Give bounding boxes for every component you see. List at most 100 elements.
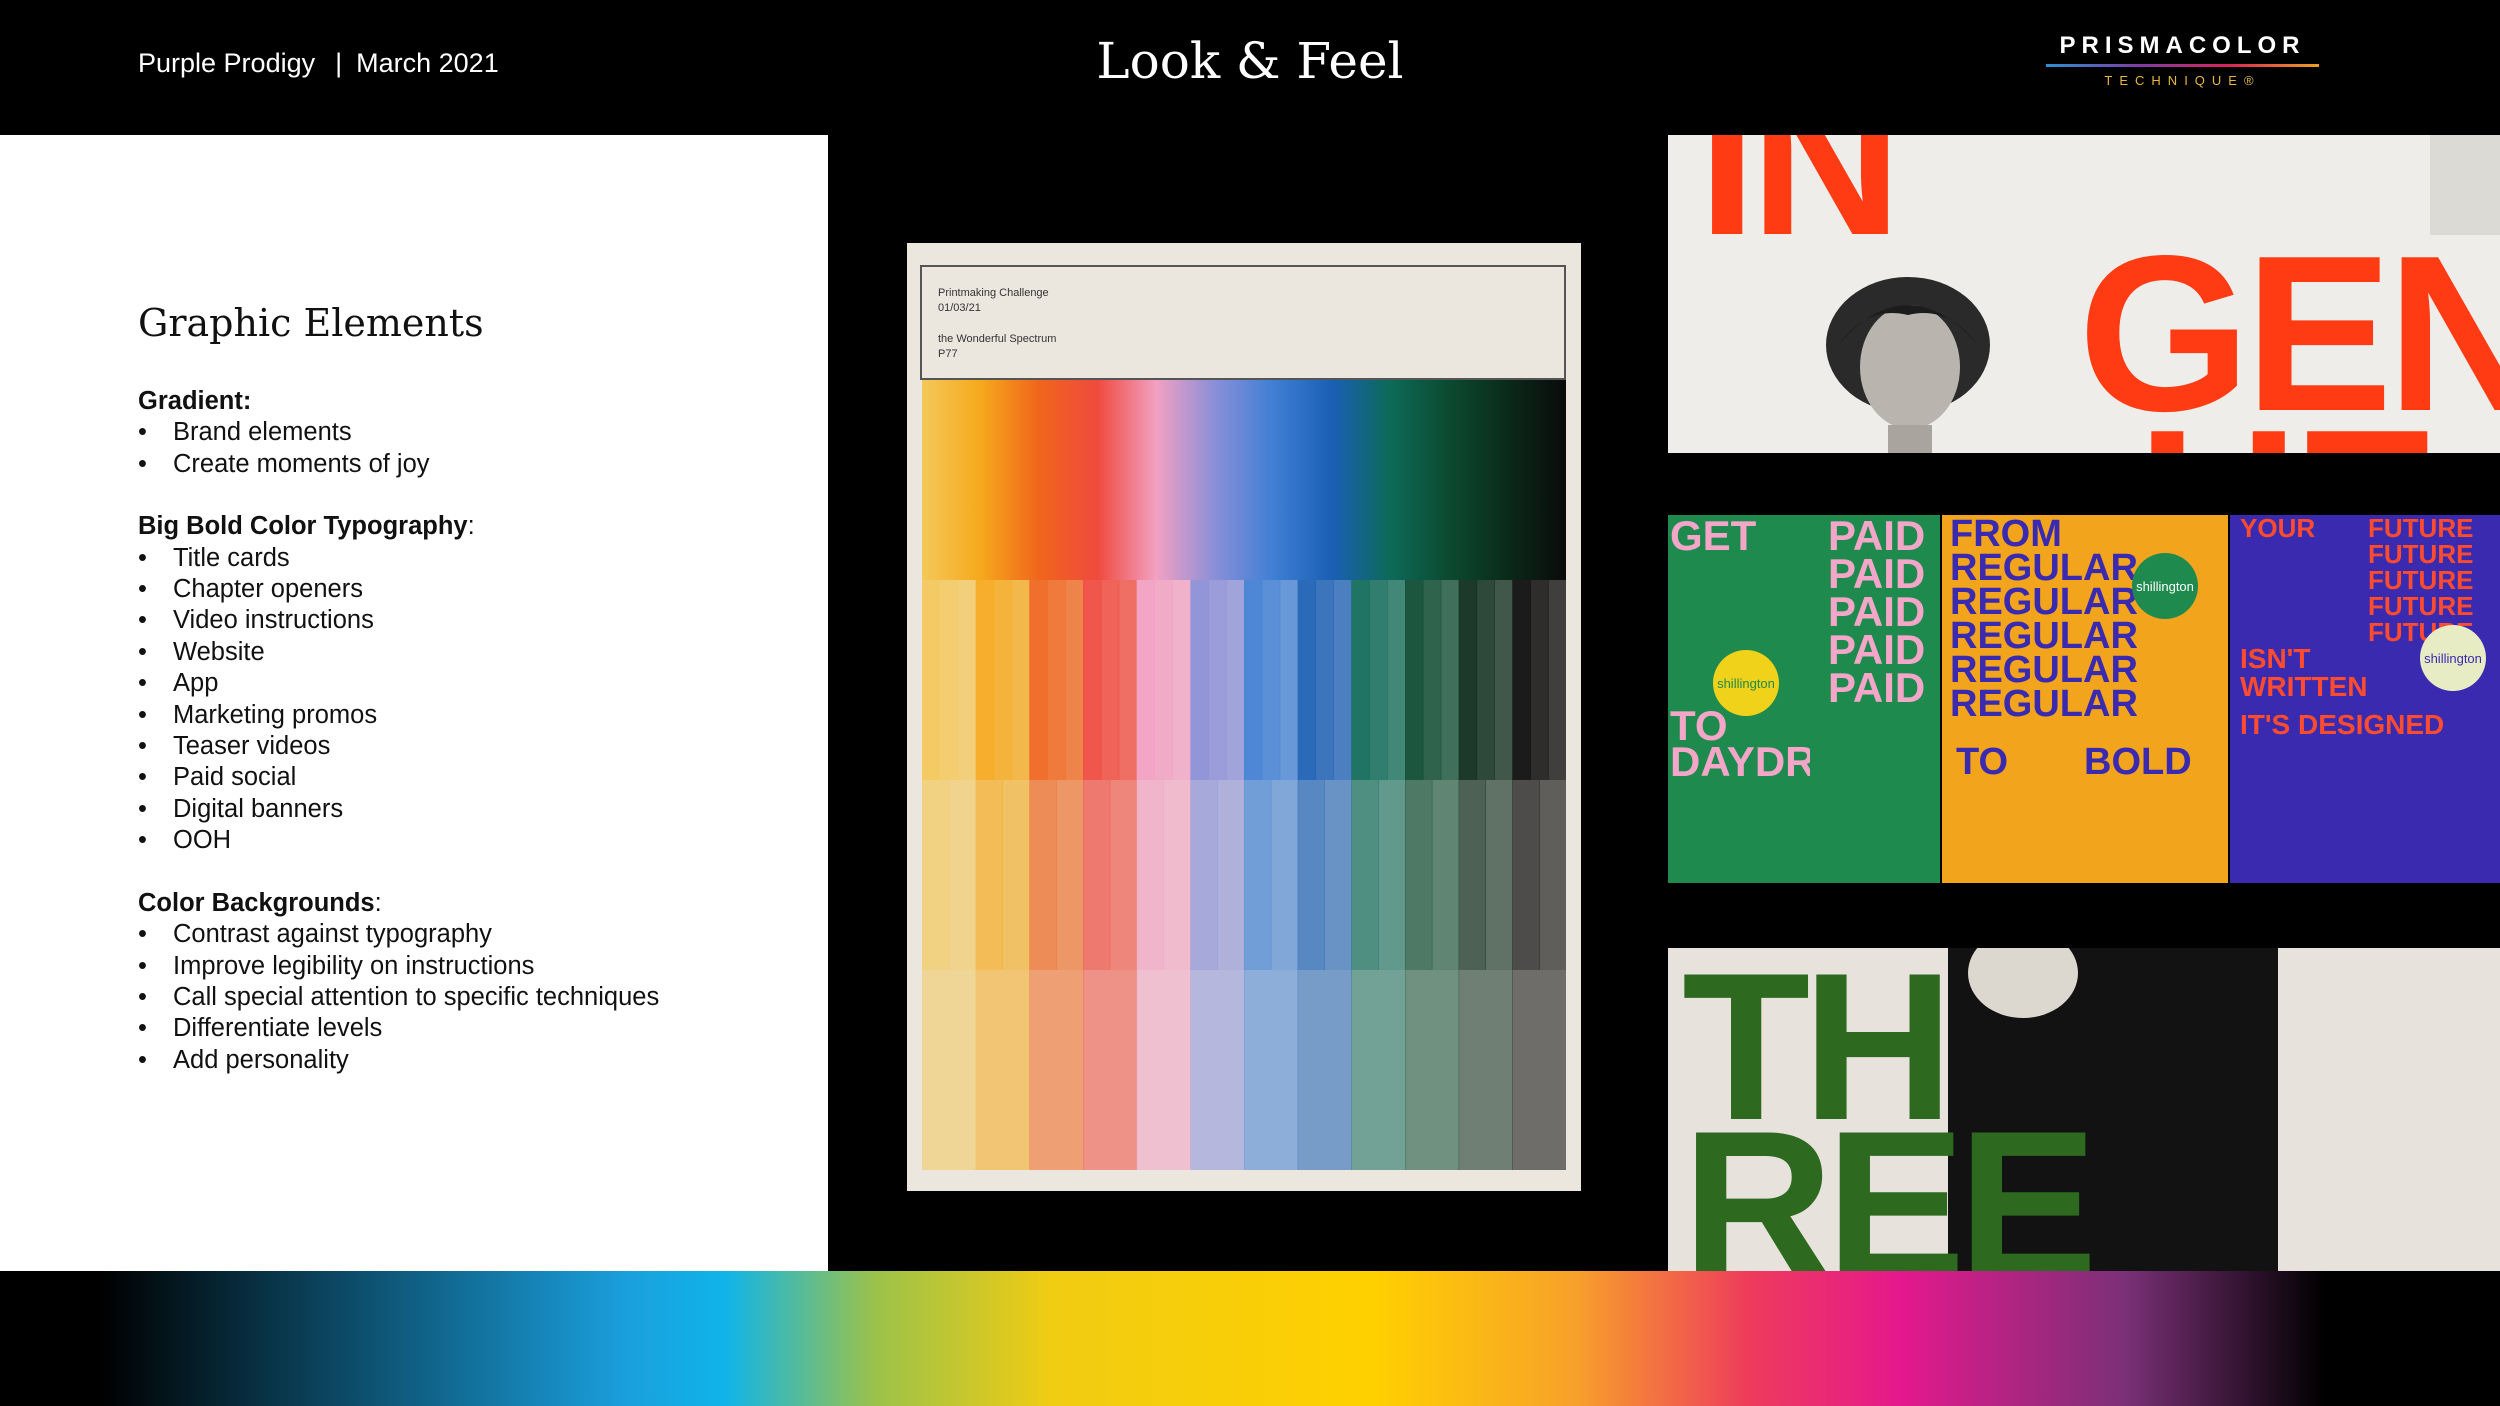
spectrum-swatch — [1190, 580, 1209, 780]
spectrum-swatch — [1270, 780, 1299, 970]
group-heading: Gradient: — [138, 387, 252, 415]
logo-subtitle: TECHNIQUE® — [2104, 73, 2261, 88]
spectrum-swatch — [1226, 580, 1245, 780]
spectrum-swatch — [1485, 780, 1513, 970]
spectrum-swatch — [1548, 580, 1566, 780]
spectrum-swatch — [1217, 780, 1245, 970]
spectrum-swatch — [939, 580, 959, 780]
spectrum-swatch — [1405, 580, 1424, 780]
spectrum-swatch — [1369, 580, 1388, 780]
spectrum-swatch — [1512, 580, 1531, 780]
spectrum-swatch — [975, 970, 1030, 1170]
spectrum-swatch — [1136, 780, 1164, 970]
spectrum-swatch — [1065, 580, 1084, 780]
spectrum-swatch — [993, 580, 1012, 780]
image-word: UE — [2138, 397, 2440, 453]
spectrum-swatch — [1109, 780, 1138, 970]
list-item: Digital banners — [138, 794, 818, 826]
spectrum-swatch — [1261, 580, 1281, 780]
spectrum-swatch — [1405, 970, 1460, 1170]
list-item: Title cards — [138, 543, 818, 575]
spectrum-swatch — [1136, 580, 1156, 780]
spectrum-swatch — [1458, 780, 1486, 970]
wall-fixture — [2430, 135, 2500, 235]
list-item: Video instructions — [138, 605, 818, 637]
prismacolor-logo: PRISMACOLOR TECHNIQUE® — [2040, 32, 2325, 88]
shillington-badge: shillington — [2420, 625, 2486, 691]
footer-gradient-bar — [0, 1271, 2500, 1406]
poster-text: Printmaking Challenge — [938, 287, 1049, 299]
spectrum-swatch — [1172, 580, 1191, 780]
spectrum-swatch — [1279, 580, 1299, 780]
spectrum-swatch — [957, 580, 977, 780]
poster-text: IT'S DESIGNED — [2240, 709, 2445, 740]
poster-purple: YOUR FUTURE FUTURE FUTURE FUTURE FUTURE … — [2230, 515, 2500, 883]
spectrum-swatch — [1387, 580, 1406, 780]
poster-text: YOUR — [2240, 515, 2316, 543]
poster-orange: FROM REGULAR REGULAR REGULAR REGULAR REG… — [1942, 515, 2228, 883]
spectrum-swatch — [1512, 970, 1566, 1170]
spectrum-swatch — [1208, 580, 1227, 780]
spectrum-swatch — [1378, 780, 1406, 970]
moodboard-image-three: TH REE — [1668, 948, 2500, 1271]
spectrum-swatch — [975, 780, 1003, 970]
poster-text: BOLD — [2084, 741, 2192, 783]
spectrum-swatch — [1118, 580, 1138, 780]
shillington-badge: shillington — [2132, 553, 2198, 619]
group-gradient: Gradient: Brand elements Create moments … — [138, 386, 818, 481]
spectrum-swatch — [1136, 970, 1191, 1170]
bullet-list: Contrast against typography Improve legi… — [138, 919, 818, 1076]
list-item: Add personality — [138, 1045, 818, 1077]
list-item: OOH — [138, 825, 818, 857]
poster-green-right: PAID PAID PAID PAID PAID — [1810, 515, 1940, 883]
spectrum-swatch — [1333, 580, 1352, 780]
spectrum-swatch — [1011, 580, 1030, 780]
list-item: Marketing promos — [138, 700, 818, 732]
list-item: Create moments of joy — [138, 449, 818, 481]
spectrum-swatch — [1297, 580, 1317, 780]
poster-text: the Wonderful Spectrum — [938, 333, 1057, 345]
list-item: Chapter openers — [138, 574, 818, 606]
spectrum-swatch — [1083, 780, 1111, 970]
spectrum-swatch — [1002, 780, 1030, 970]
header: Purple Prodigy | March 2021 Look & Feel PR… — [0, 0, 2500, 135]
spectrum-swatch — [1324, 780, 1352, 970]
list-item: Differentiate levels — [138, 1013, 818, 1045]
spectrum-swatch — [1154, 580, 1173, 780]
list-item: Call special attention to specific techn… — [138, 982, 818, 1014]
spectrum-swatch — [1029, 780, 1057, 970]
spectrum-swatch — [1539, 780, 1566, 970]
spectrum-swatch — [1458, 580, 1478, 780]
spectrum-swatch — [948, 780, 977, 970]
list-item: Contrast against typography — [138, 919, 818, 951]
spectrum-swatch — [1056, 780, 1084, 970]
section-title: Graphic Elements — [138, 301, 484, 345]
spectrum-swatch — [1530, 580, 1549, 780]
poster-text: FUTURE — [2368, 515, 2474, 543]
spectrum-swatch — [1163, 780, 1191, 970]
list-item: Paid social — [138, 762, 818, 794]
spectrum-swatch — [1029, 970, 1084, 1170]
spectrum-swatch — [1244, 580, 1263, 780]
group-typography: Big Bold Color Typography: Title cards C… — [138, 511, 818, 857]
group-heading: Big Bold Color Typography: — [138, 512, 475, 541]
bullet-list: Title cards Chapter openers Video instru… — [138, 543, 818, 857]
bullet-list: Brand elements Create moments of joy — [138, 417, 818, 480]
moodboard-image-posters: GET shillington TO DAYDREAM PAID PAID PA… — [1668, 515, 2500, 883]
spectrum-swatch — [975, 580, 995, 780]
spectrum-swatch — [1029, 580, 1048, 780]
spectrum-top-gradient — [922, 380, 1566, 580]
spectrum-swatch — [1512, 780, 1540, 970]
spectrum-swatch — [1047, 580, 1066, 780]
image-word: REE — [1682, 1087, 2098, 1272]
group-heading: Color Backgrounds: — [138, 888, 382, 917]
list-item: Website — [138, 637, 818, 669]
spectrum-swatch — [1297, 780, 1325, 970]
spectrum-swatch — [1351, 970, 1406, 1170]
spectrum-swatch — [1405, 780, 1433, 970]
moodboard-image-ingenue: IN GEN UE — [1668, 135, 2500, 453]
spectrum-swatch — [1244, 970, 1299, 1170]
spectrum-swatch — [1083, 580, 1102, 780]
poster-text: ISN'T — [2240, 643, 2311, 674]
list-item: App — [138, 668, 818, 700]
